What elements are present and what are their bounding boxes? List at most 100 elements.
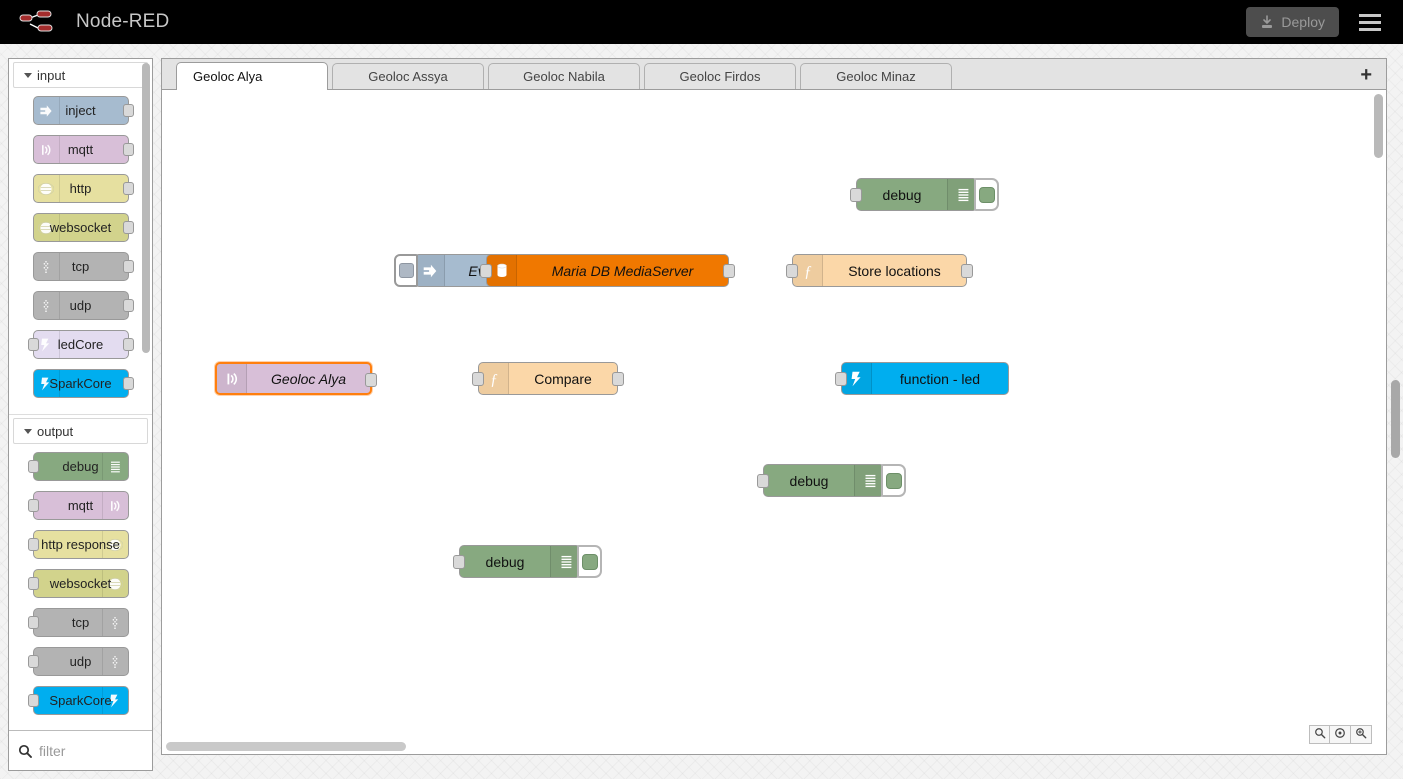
palette-node-sparkcore[interactable]: SparkCore bbox=[32, 369, 134, 398]
svg-text:ƒ: ƒ bbox=[490, 371, 498, 388]
flow-node-label: Maria DB MediaServer bbox=[551, 262, 694, 279]
inject-trigger-button[interactable] bbox=[394, 254, 418, 287]
node-input-port[interactable] bbox=[453, 555, 465, 569]
palette-node-websocket[interactable]: websocket bbox=[27, 569, 129, 598]
palette-node-mqtt[interactable]: mqtt bbox=[32, 135, 134, 164]
tab-geoloc-assya[interactable]: Geoloc Assya bbox=[332, 63, 484, 89]
palette-node-inject[interactable]: inject bbox=[32, 96, 134, 125]
node-output-port[interactable] bbox=[961, 264, 973, 278]
node-output-port[interactable] bbox=[612, 372, 624, 386]
palette-category-input: input inject mqtt http websocket tcp udp l… bbox=[9, 62, 152, 415]
palette-node-http-response[interactable]: http response bbox=[27, 530, 129, 559]
main-menu-button[interactable] bbox=[1353, 7, 1387, 37]
palette-node-tcp[interactable]: tcp bbox=[27, 608, 129, 637]
node-input-port[interactable] bbox=[835, 372, 847, 386]
debug-toggle-button[interactable] bbox=[881, 464, 906, 497]
brand: Node-RED bbox=[0, 9, 169, 35]
zoom-in-button[interactable] bbox=[1351, 725, 1372, 744]
deploy-download-icon bbox=[1262, 15, 1273, 28]
tab-geoloc-minaz[interactable]: Geoloc Minaz bbox=[800, 63, 952, 89]
flow-node-label: Compare bbox=[534, 370, 592, 387]
debug-toggle-indicator bbox=[581, 553, 598, 570]
tab-geoloc-firdos[interactable]: Geoloc Firdos bbox=[644, 63, 796, 89]
palette-category-output: output debug mqtt http response websocke… bbox=[9, 418, 152, 730]
add-tab-button[interactable]: + bbox=[1360, 65, 1372, 85]
palette-node-label: websocket bbox=[49, 220, 112, 235]
palette-node-udp[interactable]: udp bbox=[32, 291, 134, 320]
palette-node-label: inject bbox=[65, 103, 96, 118]
palette-scrollbar[interactable] bbox=[142, 63, 150, 353]
palette-node-label: mqtt bbox=[67, 142, 94, 157]
tab-geoloc-nabila[interactable]: Geoloc Nabila bbox=[488, 63, 640, 89]
flow-node-label: Store locations bbox=[848, 262, 941, 279]
hamburger-menu-icon bbox=[1359, 27, 1381, 31]
debug-toggle-indicator bbox=[978, 186, 995, 203]
tab-label: Geoloc Minaz bbox=[836, 69, 916, 84]
palette-node-debug[interactable]: debug bbox=[27, 452, 129, 481]
palette-scroll-area[interactable]: input inject mqtt http websocket tcp udp l… bbox=[9, 59, 152, 730]
flow-node-debug-top[interactable]: debug bbox=[850, 178, 999, 211]
flow-links-layer bbox=[162, 90, 462, 240]
udp-dots-icon bbox=[101, 648, 128, 675]
palette-category-label: output bbox=[37, 424, 74, 439]
palette-node-mqtt[interactable]: mqtt bbox=[27, 491, 129, 520]
flow-node-maria-db-mediaserver[interactable]: Maria DB MediaServer bbox=[480, 254, 735, 287]
flow-node-debug-mid[interactable]: debug bbox=[757, 464, 906, 497]
palette-node-label: SparkCore bbox=[49, 376, 112, 391]
debug-lines-icon bbox=[854, 465, 884, 496]
palette-node-output-port bbox=[122, 221, 134, 234]
palette-node-tcp[interactable]: tcp bbox=[32, 252, 134, 281]
palette-node-label: http response bbox=[41, 537, 120, 552]
mqtt-wave-icon bbox=[34, 136, 60, 163]
flow-node-store-locations[interactable]: ƒ Store locations bbox=[786, 254, 973, 287]
palette-node-label: websocket bbox=[49, 576, 112, 591]
node-input-port[interactable] bbox=[786, 264, 798, 278]
flow-node-compare[interactable]: ƒ Compare bbox=[472, 362, 624, 395]
palette-node-input-port bbox=[27, 538, 39, 551]
node-input-port[interactable] bbox=[472, 372, 484, 386]
palette-node-sparkcore[interactable]: SparkCore bbox=[27, 686, 129, 715]
zoom-reset-button[interactable] bbox=[1330, 725, 1351, 744]
flow-canvas[interactable]: Every 6h Maria DB MediaServerdebug ƒStor… bbox=[162, 90, 1386, 754]
node-input-port[interactable] bbox=[480, 264, 492, 278]
palette-node-output-port bbox=[122, 182, 134, 195]
palette-category-label: input bbox=[37, 68, 66, 83]
debug-toggle-button[interactable] bbox=[577, 545, 602, 578]
canvas-vertical-scrollbar[interactable] bbox=[1374, 94, 1383, 158]
node-output-port[interactable] bbox=[365, 373, 377, 387]
flow-node-geoloc-alya-mqtt[interactable]: Geoloc Alya bbox=[215, 362, 377, 395]
chevron-down-icon bbox=[24, 429, 32, 434]
node-input-port[interactable] bbox=[850, 188, 862, 202]
hamburger-menu-icon bbox=[1359, 13, 1381, 17]
tab-geoloc-alya[interactable]: Geoloc Alya bbox=[176, 62, 328, 90]
page-scrollbar[interactable] bbox=[1391, 380, 1400, 458]
filter-input[interactable] bbox=[39, 742, 139, 759]
palette-node-input-port bbox=[27, 577, 39, 590]
canvas-horizontal-scrollbar[interactable] bbox=[166, 742, 406, 751]
palette-node-output-port bbox=[122, 338, 134, 351]
palette-node-udp[interactable]: udp bbox=[27, 647, 129, 676]
palette-node-label: udp bbox=[69, 298, 92, 313]
palette-node-output-port bbox=[122, 299, 134, 312]
deploy-label: Deploy bbox=[1281, 14, 1325, 30]
zoom-in-icon bbox=[1355, 726, 1367, 744]
palette-node-output-port bbox=[122, 104, 134, 117]
debug-toggle-button[interactable] bbox=[974, 178, 999, 211]
node-output-port[interactable] bbox=[723, 264, 735, 278]
palette-category-header-input[interactable]: input bbox=[13, 62, 148, 88]
palette-node-http[interactable]: http bbox=[32, 174, 134, 203]
palette-node-input-port bbox=[27, 616, 39, 629]
tcp-dots-icon bbox=[34, 253, 60, 280]
palette-node-input-port bbox=[27, 460, 39, 473]
flow-tab-bar: Geoloc Alya Geoloc Assya Geoloc Nabila Geol… bbox=[162, 59, 1386, 90]
palette-node-websocket[interactable]: websocket bbox=[32, 213, 134, 242]
flow-node-function-led[interactable]: function - led bbox=[835, 362, 1009, 395]
palette-node-ledcore[interactable]: ledCore bbox=[27, 330, 134, 359]
node-input-port[interactable] bbox=[757, 474, 769, 488]
deploy-button[interactable]: Deploy bbox=[1246, 7, 1339, 37]
zoom-out-button[interactable] bbox=[1309, 725, 1330, 744]
flow-node-label: debug bbox=[882, 186, 922, 203]
inject-arrow-icon bbox=[34, 97, 60, 124]
palette-category-header-output[interactable]: output bbox=[13, 418, 148, 444]
flow-node-debug-bottom[interactable]: debug bbox=[453, 545, 602, 578]
